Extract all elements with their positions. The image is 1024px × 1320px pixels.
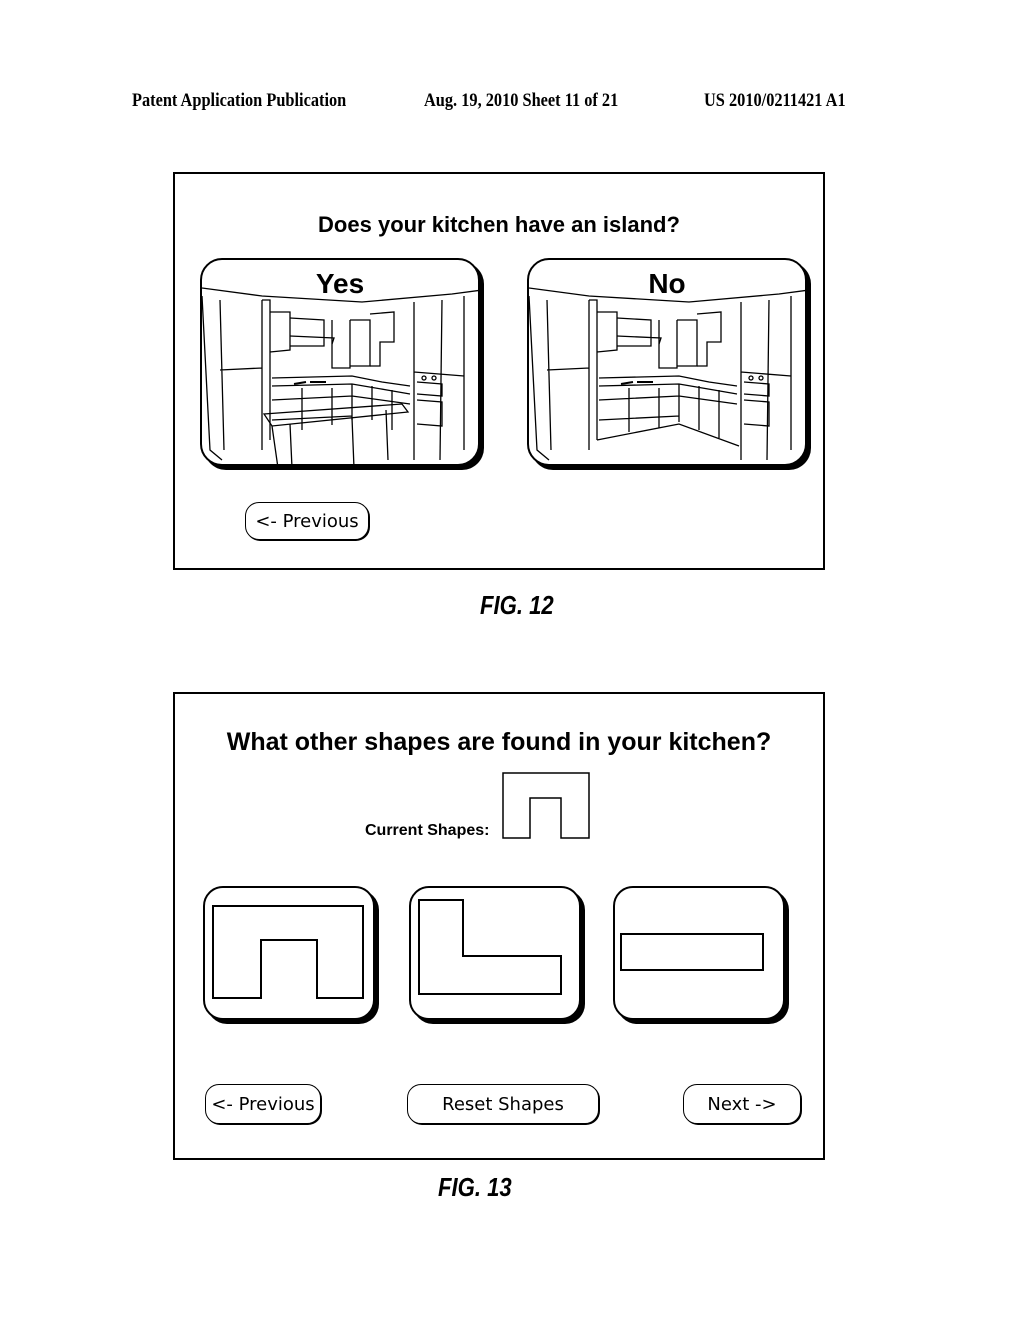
yes-option-card[interactable]: Yes — [200, 258, 480, 466]
island-question: Does your kitchen have an island? — [318, 212, 680, 237]
fig12-caption: FIG. 12 — [480, 590, 554, 620]
fig13-screen: What other shapes are found in your kitc… — [173, 692, 825, 1160]
reset-shapes-button[interactable]: Reset Shapes — [407, 1084, 599, 1124]
u-shape-option[interactable] — [203, 886, 375, 1020]
current-u-shape-icon — [502, 772, 590, 839]
shapes-question: What other shapes are found in your kitc… — [226, 728, 772, 756]
l-shape-option[interactable] — [409, 886, 581, 1020]
previous-button[interactable]: <- Previous — [205, 1084, 321, 1124]
l-shape-icon — [418, 899, 562, 995]
patent-number: US 2010/0211421 A1 — [704, 90, 846, 111]
no-option-card[interactable]: No — [527, 258, 807, 466]
u-shape-icon — [212, 905, 364, 999]
straight-shape-option[interactable] — [613, 886, 785, 1020]
fig13-caption: FIG. 13 — [438, 1172, 512, 1202]
fig12-screen: Does your kitchen have an island? Yes No — [173, 172, 825, 570]
no-label: No — [648, 268, 686, 299]
yes-label: Yes — [315, 268, 365, 299]
next-button[interactable]: Next -> — [683, 1084, 801, 1124]
date-sheet-label: Aug. 19, 2010 Sheet 11 of 21 — [424, 90, 619, 111]
current-shapes-label: Current Shapes: — [365, 822, 490, 839]
previous-button[interactable]: <- Previous — [245, 502, 369, 540]
publication-label: Patent Application Publication — [132, 90, 347, 111]
straight-shape-icon — [620, 933, 764, 971]
